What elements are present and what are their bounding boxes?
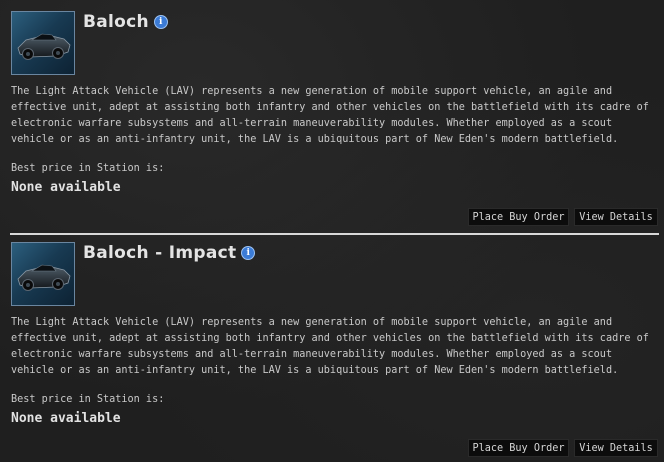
item-description: The Light Attack Vehicle (LAV) represent… (11, 317, 649, 376)
place-buy-order-button[interactable]: Place Buy Order (468, 208, 569, 226)
info-icon[interactable]: i (241, 246, 256, 260)
item-title: Baloch - Impact i (83, 243, 256, 263)
vehicle-thumbnail-icon[interactable] (11, 11, 75, 75)
view-details-button[interactable]: View Details (574, 439, 658, 457)
view-details-button[interactable]: View Details (574, 208, 658, 226)
item-title-text: Baloch (83, 12, 149, 32)
best-price-label: Best price in Station is: (11, 163, 165, 174)
item-description: The Light Attack Vehicle (LAV) represent… (11, 86, 649, 145)
vehicle-thumbnail-icon[interactable] (11, 242, 75, 306)
best-price-value: None available (11, 411, 121, 426)
item-title: Baloch i (83, 12, 168, 32)
market-item-baloch-impact: Baloch - Impact i The Light Attack Vehicl… (0, 231, 664, 462)
best-price-label: Best price in Station is: (11, 394, 165, 405)
info-icon[interactable]: i (153, 15, 168, 29)
market-item-baloch: Baloch i The Light Attack Vehicle (LAV) r… (0, 0, 664, 231)
item-title-text: Baloch - Impact (83, 243, 237, 263)
best-price-value: None available (11, 180, 121, 195)
place-buy-order-button[interactable]: Place Buy Order (468, 439, 569, 457)
